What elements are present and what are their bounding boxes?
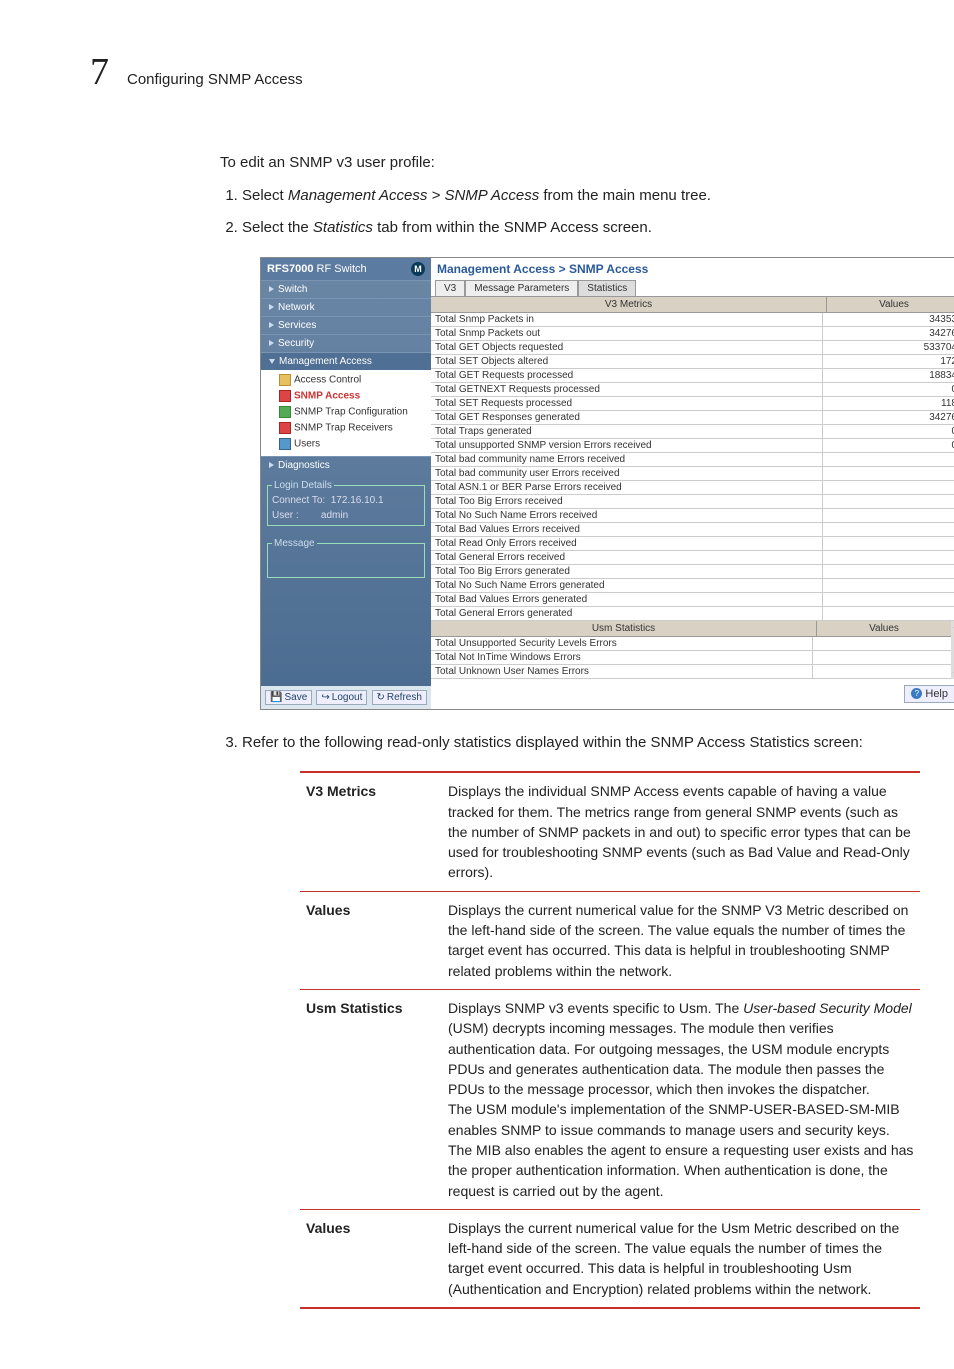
step-2: Select the Statistics tab from within th… [242,217,874,239]
help-button[interactable]: ? Help [904,685,954,703]
table-row: Total ASN.1 or BER Parse Errors received [431,481,954,495]
definitions-table: V3 MetricsDisplays the individual SNMP A… [300,771,920,1309]
table-row: Total bad community user Errors received [431,467,954,481]
step-list: Select Management Access > SNMP Access f… [220,185,874,239]
table-row: Total Too Big Errors received [431,495,954,509]
table-row: Total No Such Name Errors generated [431,579,954,593]
nav-network[interactable]: Network [261,298,431,316]
tab-message-parameters[interactable]: Message Parameters [465,280,578,296]
chapter-title: Configuring SNMP Access [127,71,303,88]
main-panel: Management Access > SNMP Access V3Messag… [431,258,954,709]
table-row: Total General Errors generated [431,607,954,621]
table-row: Total Snmp Packets in34353 [431,313,954,327]
table-row: Total Read Only Errors received [431,537,954,551]
definition-label: V3 Metrics [300,772,442,891]
definition-text: Displays SNMP v3 events specific to Usm.… [442,989,920,1209]
tree-node-icon [279,406,291,418]
table-row: Total SET Objects altered172 [431,355,954,369]
logout-button[interactable]: ↪Logout [316,690,367,705]
table-row: Total Not InTime Windows Errors [431,651,951,665]
definition-label: Usm Statistics [300,989,442,1209]
definition-row: V3 MetricsDisplays the individual SNMP A… [300,772,920,891]
table-row: Total GETNEXT Requests processed0 [431,383,954,397]
table-row: Total Unsupported Security Levels Errors [431,637,951,651]
table-row: Total Bad Values Errors generated [431,593,954,607]
definition-text: Displays the individual SNMP Access even… [442,772,920,891]
chapter-number: 7 [90,50,109,94]
definition-row: ValuesDisplays the current numerical val… [300,1209,920,1308]
tab-statistics[interactable]: Statistics [578,280,636,296]
table-row: Total Snmp Packets out34276 [431,327,954,341]
step-list-continued: Refer to the following read-only statist… [220,732,874,754]
table-row: Total GET Requests processed18834 [431,369,954,383]
subnav-snmp-access[interactable]: SNMP Access [279,388,431,404]
table-row: Total bad community name Errors received [431,453,954,467]
subnav-access-control[interactable]: Access Control [279,372,431,388]
definition-row: Usm StatisticsDisplays SNMP v3 events sp… [300,989,920,1209]
app-screenshot: RFS7000 RF Switch M SwitchNetworkService… [260,257,954,710]
table-row: Total Unknown User Names Errors [431,665,951,679]
nav-diagnostics[interactable]: Diagnostics [261,456,431,474]
nav-services[interactable]: Services [261,316,431,334]
usm-stats-header: Usm StatisticsValues [431,621,951,637]
logout-icon: ↪ [321,692,329,703]
definition-text: Displays the current numerical value for… [442,1209,920,1308]
subnav-snmp-trap-receivers[interactable]: SNMP Trap Receivers [279,420,431,436]
help-icon: ? [911,688,922,699]
brand-logo-icon: M [411,262,425,276]
tree-node-icon [279,374,291,386]
nav-security[interactable]: Security [261,334,431,352]
message-box: Message [267,538,425,578]
disk-icon: 💾 [270,692,282,703]
table-row: Total Traps generated0 [431,425,954,439]
table-row: Total SET Requests processed118 [431,397,954,411]
table-row: Total Too Big Errors generated [431,565,954,579]
definition-text: Displays the current numerical value for… [442,891,920,989]
subnav-users[interactable]: Users [279,436,431,452]
refresh-icon: ↻ [377,692,385,703]
tab-strip: V3Message ParametersStatistics [431,280,954,296]
login-details: Login Details Connect To: 172.16.10.1 Us… [267,480,425,526]
nav-subtree: Access ControlSNMP AccessSNMP Trap Confi… [261,370,431,456]
definition-label: Values [300,1209,442,1308]
subnav-snmp-trap-configuration[interactable]: SNMP Trap Configuration [279,404,431,420]
table-row: Total General Errors received [431,551,954,565]
tree-node-icon [279,438,291,450]
intro-text: To edit an SNMP v3 user profile: [220,154,874,171]
definition-row: ValuesDisplays the current numerical val… [300,891,920,989]
tab-v3[interactable]: V3 [435,280,465,296]
tree-node-icon [279,390,291,402]
step-1: Select Management Access > SNMP Access f… [242,185,874,207]
table-row: Total GET Responses generated34276 [431,411,954,425]
sidebar: RFS7000 RF Switch M SwitchNetworkService… [261,258,431,709]
table-row: Total Bad Values Errors received [431,523,954,537]
step-3: Refer to the following read-only statist… [242,732,874,754]
refresh-button[interactable]: ↻Refresh [372,690,427,705]
v3-metrics-header: V3 MetricsValues [431,297,954,313]
table-row: Total No Such Name Errors received [431,509,954,523]
save-button[interactable]: 💾Save [265,690,312,705]
table-row: Total GET Objects requested533704 [431,341,954,355]
definition-label: Values [300,891,442,989]
nav-switch[interactable]: Switch [261,280,431,298]
table-row: Total unsupported SNMP version Errors re… [431,439,954,453]
tree-node-icon [279,422,291,434]
product-title: RFS7000 RF Switch M [261,258,431,280]
breadcrumb: Management Access > SNMP Access [431,258,954,280]
page-header: 7 Configuring SNMP Access [90,50,874,94]
nav-management-access[interactable]: Management Access [261,352,431,370]
